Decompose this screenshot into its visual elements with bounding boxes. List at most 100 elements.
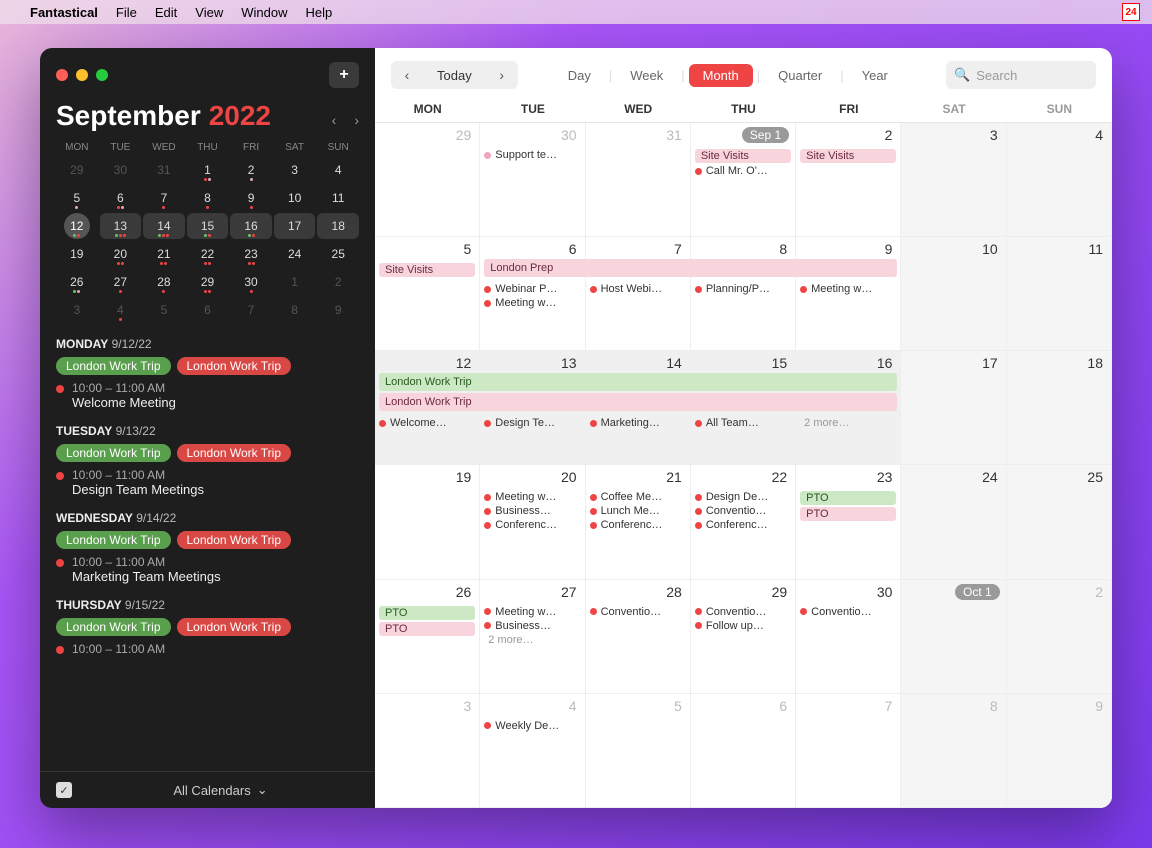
day-cell[interactable]: 9 <box>1007 694 1112 808</box>
mini-day[interactable]: 24 <box>274 241 316 267</box>
sidebar-prev-month[interactable]: ‹ <box>332 112 337 128</box>
view-week[interactable]: Week <box>616 64 677 87</box>
app-menu[interactable]: Fantastical <box>30 5 98 20</box>
day-cell[interactable]: 24 <box>901 465 1006 579</box>
mini-day[interactable]: 9 <box>230 185 272 211</box>
day-cell[interactable]: 18 <box>1007 351 1112 465</box>
event-pill[interactable]: London Work Trip <box>177 618 292 636</box>
day-cell[interactable]: 22Design De…Conventio…Conferenc… <box>691 465 796 579</box>
event-pill[interactable]: London Work Trip <box>56 444 171 462</box>
event-pill[interactable]: London Work Trip <box>177 357 292 375</box>
event-item[interactable]: Design Te… <box>484 417 580 429</box>
day-cell[interactable]: Oct 1 <box>901 580 1006 694</box>
minimize-button[interactable] <box>76 69 88 81</box>
day-cell[interactable]: 27Meeting w…Business…2 more… <box>480 580 585 694</box>
mini-day[interactable]: 25 <box>317 241 359 267</box>
mini-day[interactable]: 8 <box>274 297 316 323</box>
event-span-bar[interactable]: London Work Trip <box>379 373 897 391</box>
mini-day[interactable]: 29 <box>187 269 229 295</box>
day-cell[interactable]: 11 <box>1007 237 1112 351</box>
mini-day[interactable]: 19 <box>56 241 98 267</box>
event-item[interactable]: Host Webi… <box>590 283 686 295</box>
mini-day[interactable]: 1 <box>274 269 316 295</box>
mini-day[interactable]: 23 <box>230 241 272 267</box>
mini-day[interactable]: 5 <box>143 297 185 323</box>
agenda-list[interactable]: MONDAY 9/12/22London Work TripLondon Wor… <box>40 333 375 771</box>
event-bar[interactable]: Site Visits <box>695 149 791 163</box>
mini-day[interactable]: 5 <box>56 185 98 211</box>
event-item[interactable]: Coffee Me… <box>590 491 686 503</box>
mini-day[interactable]: 31 <box>143 157 185 183</box>
day-cell[interactable]: 9Meeting w… <box>796 237 901 351</box>
day-cell[interactable]: 4Weekly De… <box>480 694 585 808</box>
mini-day[interactable]: 15 <box>187 213 229 239</box>
day-cell[interactable]: 26PTOPTO <box>375 580 480 694</box>
mini-day[interactable]: 28 <box>143 269 185 295</box>
day-cell[interactable]: 5Site Visits <box>375 237 480 351</box>
day-cell[interactable]: 2 <box>1007 580 1112 694</box>
event-pill[interactable]: London Work Trip <box>56 618 171 636</box>
event-bar[interactable]: PTO <box>800 507 896 521</box>
day-cell[interactable]: 7 <box>796 694 901 808</box>
day-cell[interactable]: 7Host Webi… <box>586 237 691 351</box>
day-cell[interactable]: 8Planning/P… <box>691 237 796 351</box>
agenda-event[interactable]: 10:00 – 11:00 AMMarketing Team Meetings <box>56 555 359 584</box>
day-cell[interactable]: 19 <box>375 465 480 579</box>
event-item[interactable]: Lunch Me… <box>590 505 686 517</box>
search-input[interactable]: 🔍 Search <box>946 61 1096 89</box>
event-item[interactable]: Follow up… <box>695 620 791 632</box>
view-year[interactable]: Year <box>848 64 902 87</box>
sidebar-next-month[interactable]: › <box>354 112 359 128</box>
mini-day[interactable]: 21 <box>143 241 185 267</box>
mini-day[interactable]: 2 <box>230 157 272 183</box>
day-cell[interactable]: 2Site Visits <box>796 123 901 237</box>
event-span-bar[interactable]: London Prep <box>484 259 897 277</box>
mini-day[interactable]: 26 <box>56 269 98 295</box>
event-item[interactable]: Meeting w… <box>484 606 580 618</box>
event-item[interactable]: Meeting w… <box>484 491 580 503</box>
agenda-event[interactable]: 10:00 – 11:00 AMDesign Team Meetings <box>56 468 359 497</box>
mini-day[interactable]: 17 <box>274 213 316 239</box>
day-cell[interactable]: 6Webinar P…Meeting w… <box>480 237 585 351</box>
event-pill[interactable]: London Work Trip <box>56 357 171 375</box>
day-cell[interactable]: 6 <box>691 694 796 808</box>
mini-day[interactable]: 4 <box>317 157 359 183</box>
calendars-toggle-checkbox[interactable]: ✓ <box>56 782 72 798</box>
day-cell[interactable]: 3 <box>901 123 1006 237</box>
event-item[interactable]: Business… <box>484 505 580 517</box>
event-item[interactable]: Marketing… <box>590 417 686 429</box>
event-item[interactable]: Welcome… <box>379 417 475 429</box>
mini-day[interactable]: 30 <box>100 157 142 183</box>
mini-day[interactable]: 7 <box>230 297 272 323</box>
day-cell[interactable]: 20Meeting w…Business…Conferenc… <box>480 465 585 579</box>
day-cell[interactable]: 3 <box>375 694 480 808</box>
menu-window[interactable]: Window <box>241 5 287 20</box>
mini-day[interactable]: 9 <box>317 297 359 323</box>
menu-view[interactable]: View <box>195 5 223 20</box>
calendar-status-icon[interactable]: 24 <box>1122 3 1140 21</box>
next-button[interactable]: › <box>486 61 518 89</box>
day-cell[interactable]: 8 <box>901 694 1006 808</box>
day-cell[interactable]: Sep 1Site VisitsCall Mr. O'… <box>691 123 796 237</box>
day-cell[interactable]: 29Conventio…Follow up… <box>691 580 796 694</box>
mini-day[interactable]: 13 <box>100 213 142 239</box>
mini-day[interactable]: 6 <box>100 185 142 211</box>
mini-day[interactable]: 2 <box>317 269 359 295</box>
event-bar[interactable]: PTO <box>379 622 475 636</box>
mini-day[interactable]: 3 <box>274 157 316 183</box>
more-events[interactable]: 2 more… <box>800 417 896 429</box>
calendars-selector[interactable]: All Calendars ⌄ <box>173 782 267 798</box>
event-item[interactable]: Meeting w… <box>484 297 580 309</box>
mini-day[interactable]: 7 <box>143 185 185 211</box>
day-cell[interactable]: 29 <box>375 123 480 237</box>
event-item[interactable]: All Team… <box>695 417 791 429</box>
day-cell[interactable]: 10 <box>901 237 1006 351</box>
day-cell[interactable]: 23PTOPTO <box>796 465 901 579</box>
day-cell[interactable]: 21Coffee Me…Lunch Me…Conferenc… <box>586 465 691 579</box>
mini-day[interactable]: 30 <box>230 269 272 295</box>
view-quarter[interactable]: Quarter <box>764 64 836 87</box>
event-item[interactable]: Webinar P… <box>484 283 580 295</box>
event-bar[interactable]: PTO <box>379 606 475 620</box>
view-day[interactable]: Day <box>554 64 605 87</box>
event-bar[interactable]: Site Visits <box>379 263 475 277</box>
